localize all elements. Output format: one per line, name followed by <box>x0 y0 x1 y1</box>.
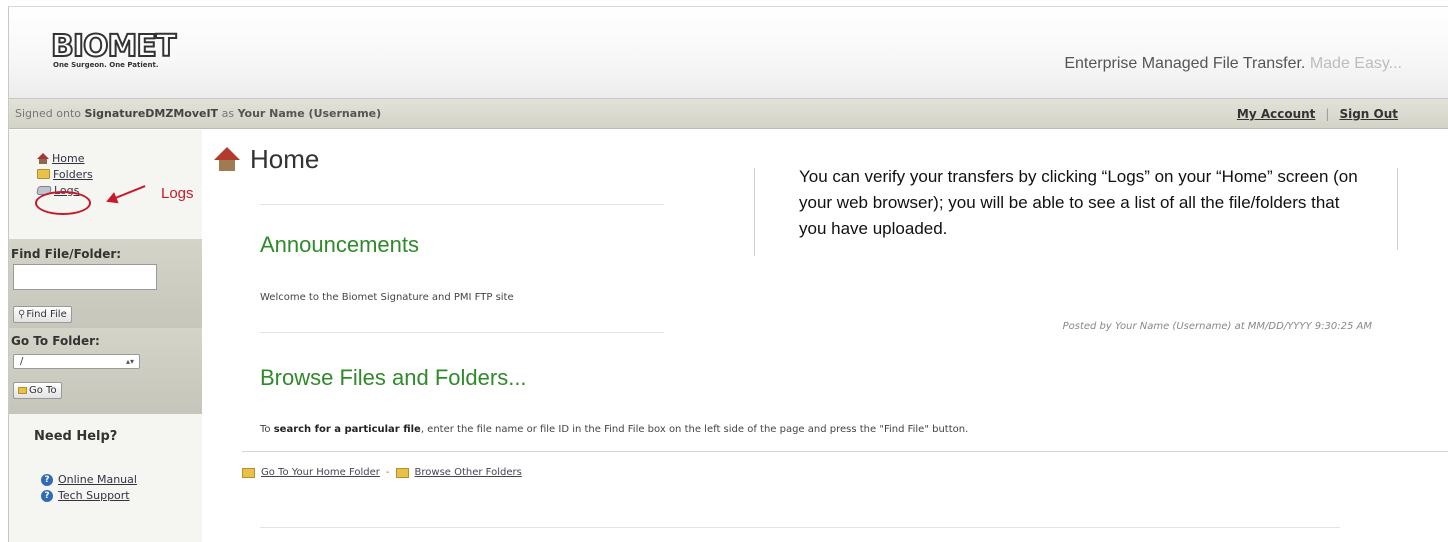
browse-text-prefix: To <box>260 424 271 435</box>
signed-prefix: Signed onto <box>15 107 81 120</box>
header-tagline: Enterprise Managed File Transfer. Made E… <box>1064 55 1402 73</box>
signed-on-text: Signed onto SignatureDMZMoveIT as Your N… <box>15 107 381 120</box>
online-manual-item[interactable]: ? Online Manual <box>41 473 137 486</box>
page-title: Home <box>214 144 319 175</box>
logo-tagline: One Surgeon. One Patient. <box>53 61 159 69</box>
instruction-note: You can verify your transfers by clickin… <box>799 167 1358 238</box>
biomet-logo[interactable]: BIOMET One Surgeon. One Patient. <box>50 29 211 70</box>
signed-user: Your Name (Username) <box>237 107 382 120</box>
folder-icon <box>242 467 255 478</box>
goto-folder-select[interactable]: / ▴▾ <box>13 354 140 369</box>
browse-heading: Browse Files and Folders... <box>260 365 527 390</box>
as-word: as <box>221 107 235 120</box>
account-links: My Account | Sign Out <box>1237 107 1398 121</box>
divider <box>260 332 664 333</box>
announcement-text: Welcome to the Biomet Signature and PMI … <box>260 292 514 303</box>
browse-links: Go To Your Home Folder - Browse Other Fo… <box>242 467 522 478</box>
browse-text-suffix: , enter the file name or file ID in the … <box>420 424 969 435</box>
tagline-faded: Made Easy... <box>1309 55 1402 72</box>
status-bar: Signed onto SignatureDMZMoveIT as Your N… <box>9 98 1448 129</box>
logo-wordmark: BIOMET <box>50 29 177 64</box>
sign-out-link[interactable]: Sign Out <box>1339 107 1398 121</box>
announcement-posted-by: Posted by Your Name (Username) at MM/DD/… <box>1062 321 1372 332</box>
tech-support-item[interactable]: ? Tech Support <box>41 489 130 502</box>
search-icon: ⚲ <box>18 309 26 320</box>
home-folder-link[interactable]: Go To Your Home Folder <box>261 467 380 478</box>
sidebar-item-home[interactable]: Home <box>37 150 93 166</box>
note-right-bar <box>1397 168 1398 250</box>
page-title-text: Home <box>250 144 320 174</box>
folders-link[interactable]: Folders <box>53 168 93 181</box>
goto-label: Go To Folder: <box>11 334 100 348</box>
my-account-link[interactable]: My Account <box>1237 107 1316 121</box>
note-left-bar <box>754 168 755 256</box>
announcements-heading: Announcements <box>260 232 419 257</box>
goto-selected-value: / <box>20 356 24 367</box>
house-icon <box>37 152 49 164</box>
help-icon: ? <box>41 489 53 502</box>
logs-highlight-circle <box>35 191 91 215</box>
sidebar: Home Folders Logs Logs Find File/Folder:… <box>9 130 202 542</box>
divider <box>260 527 1340 528</box>
find-file-label: Find File <box>26 309 67 320</box>
help-icon: ? <box>41 473 53 486</box>
logs-annotation-label: Logs <box>161 185 194 202</box>
select-arrows-icon: ▴▾ <box>125 357 134 366</box>
find-file-input[interactable] <box>13 264 157 290</box>
online-manual-link[interactable]: Online Manual <box>58 473 137 486</box>
go-to-label: Go To <box>29 385 57 396</box>
find-file-button[interactable]: ⚲ Find File <box>13 306 72 323</box>
tagline-main: Enterprise Managed File Transfer. <box>1064 55 1306 72</box>
house-icon <box>214 146 242 173</box>
account-separator: | <box>1325 107 1330 121</box>
links-separator: - <box>385 467 390 478</box>
sidebar-item-folders[interactable]: Folders <box>37 166 93 182</box>
home-link[interactable]: Home <box>52 152 84 165</box>
tech-support-link[interactable]: Tech Support <box>58 489 130 502</box>
browse-text-bold: search for a particular file <box>273 424 421 435</box>
browse-other-folders-link[interactable]: Browse Other Folders <box>415 467 522 478</box>
go-folder-icon <box>18 387 27 394</box>
folder-icon <box>395 467 409 478</box>
find-label: Find File/Folder: <box>11 247 122 261</box>
server-name: SignatureDMZMoveIT <box>84 107 219 120</box>
need-help-heading: Need Help? <box>34 429 118 444</box>
divider <box>260 204 664 205</box>
logs-annotation-arrow <box>107 185 146 202</box>
page-header: BIOMET One Surgeon. One Patient. Enterpr… <box>9 7 1448 98</box>
folder-icon <box>37 169 50 179</box>
browse-instructions: To search for a particular file, enter t… <box>260 424 968 435</box>
divider <box>242 451 1448 452</box>
go-to-button[interactable]: Go To <box>13 382 62 399</box>
